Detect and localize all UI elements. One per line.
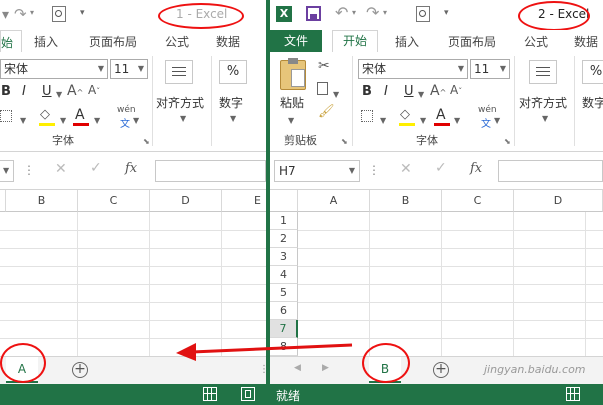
annotation-arrow (176, 343, 353, 361)
